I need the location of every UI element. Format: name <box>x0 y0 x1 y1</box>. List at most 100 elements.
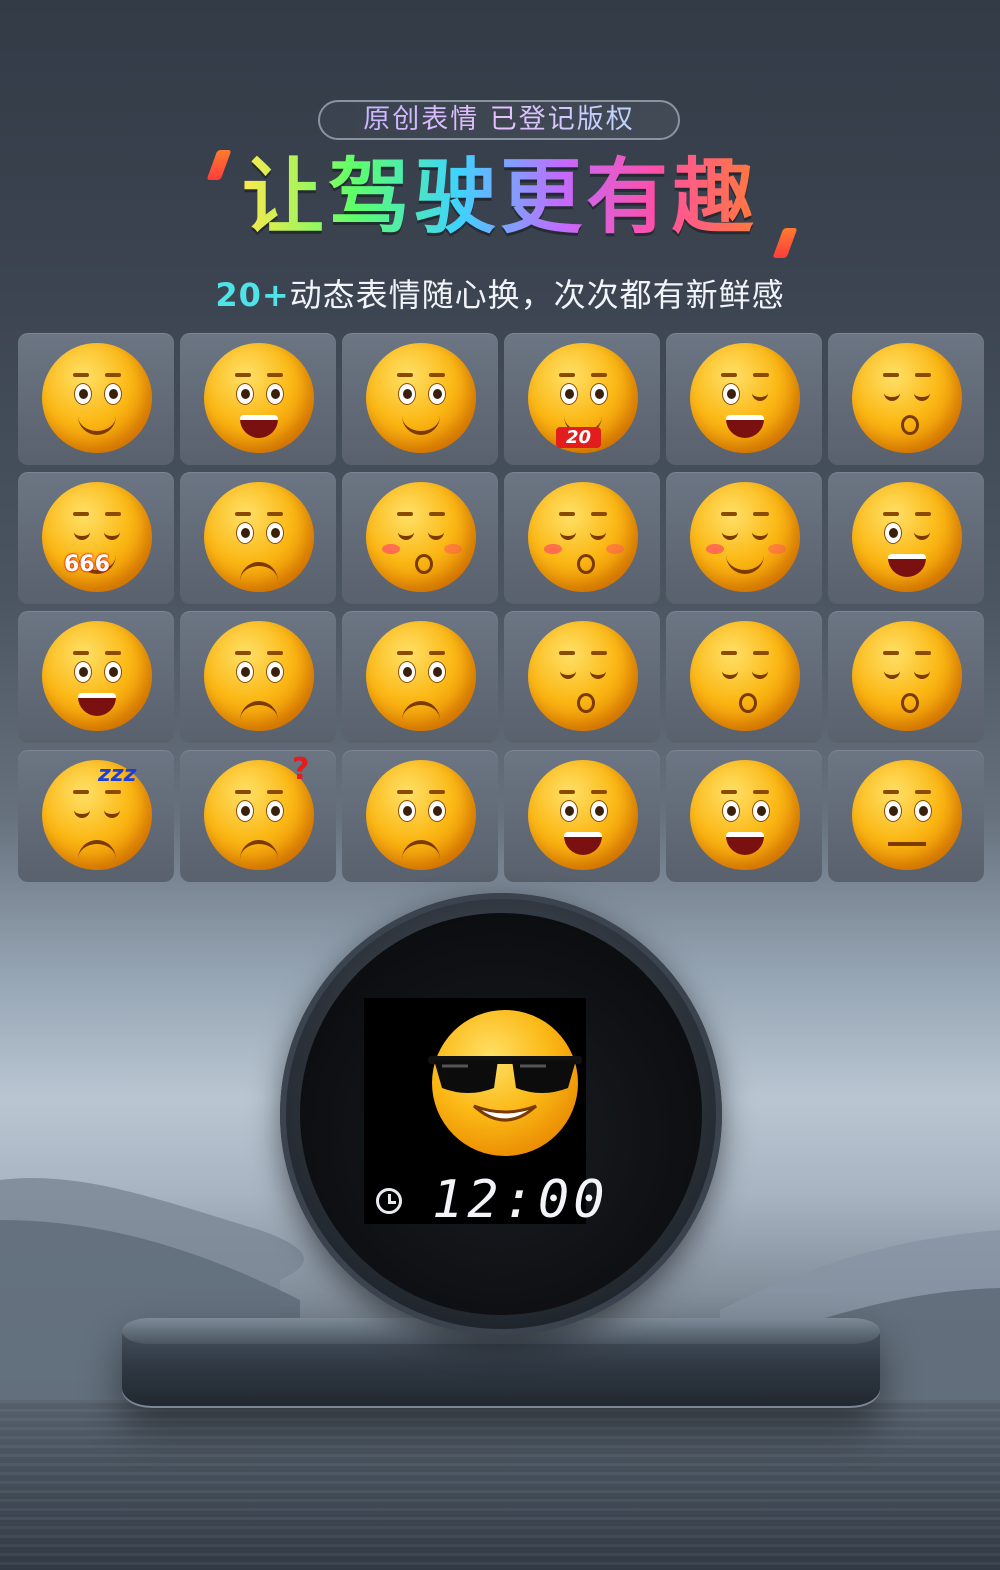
left-brow <box>883 651 899 655</box>
left-brow <box>235 651 251 655</box>
blushing-smile-face-icon <box>690 482 800 592</box>
teary-sad-face-icon <box>204 621 314 731</box>
subtitle-text: 动态表情随心换，次次都有新鲜感 <box>289 276 785 314</box>
left-eye <box>560 667 576 679</box>
left-brow <box>883 373 899 377</box>
emoji-tile <box>666 611 822 743</box>
right-brow <box>267 373 283 377</box>
blowing-hearts-face-icon <box>528 482 638 592</box>
left-cheek <box>706 544 724 554</box>
emoji-tile <box>18 333 174 465</box>
emoji-tile: ? <box>180 750 336 882</box>
left-brow <box>73 373 89 377</box>
mouth <box>564 832 602 855</box>
emoji-tile <box>828 611 984 743</box>
emoji-tile <box>828 472 984 604</box>
right-eye <box>590 800 608 822</box>
left-brow <box>721 373 737 377</box>
left-eye <box>884 800 902 822</box>
right-brow <box>915 512 931 516</box>
copyright-badge: 原创表情 已登记版权 <box>318 100 680 140</box>
left-brow <box>73 651 89 655</box>
mouth <box>240 562 278 582</box>
emoji-tile <box>504 750 660 882</box>
left-brow <box>73 790 89 794</box>
clock-icon <box>376 1188 402 1214</box>
left-eye <box>74 661 92 683</box>
emoji-tile <box>180 333 336 465</box>
mouth <box>577 554 595 574</box>
right-eye <box>104 806 120 818</box>
mouth <box>739 693 757 713</box>
mouth <box>901 415 919 435</box>
left-brow <box>559 512 575 516</box>
right-eye <box>752 800 770 822</box>
emoji-tile <box>666 333 822 465</box>
right-eye <box>428 528 444 540</box>
right-eye <box>752 389 768 401</box>
headband-determined-face-icon <box>204 482 314 592</box>
winking-tongue-face-icon <box>690 343 800 453</box>
left-eye <box>236 800 254 822</box>
right-brow <box>915 373 931 377</box>
left-brow <box>397 373 413 377</box>
right-brow <box>429 373 445 377</box>
right-brow <box>105 373 121 377</box>
left-eye <box>236 661 254 683</box>
right-eye <box>266 522 284 544</box>
emoji-tile <box>180 611 336 743</box>
right-eye <box>104 528 120 540</box>
left-brow <box>397 651 413 655</box>
mouth <box>726 832 764 855</box>
emoji-tile <box>342 750 498 882</box>
emoji-prop-text: 666 <box>64 552 110 577</box>
right-brow <box>915 790 931 794</box>
right-eye <box>104 383 122 405</box>
water-surface <box>0 1400 1000 1570</box>
mouth <box>901 693 919 713</box>
sweating-worried-face-icon <box>366 621 476 731</box>
left-eye <box>722 667 738 679</box>
right-brow <box>429 512 445 516</box>
right-eye <box>428 383 446 405</box>
right-brow <box>105 651 121 655</box>
left-brow <box>559 651 575 655</box>
right-brow <box>753 651 769 655</box>
emoji-tile: 666 <box>18 472 174 604</box>
side-glance-face-icon <box>366 343 476 453</box>
right-eye <box>752 528 768 540</box>
mouth <box>78 840 116 860</box>
emoji-prop-text: ? <box>292 752 310 787</box>
emoji-tile: 20 <box>504 333 660 465</box>
mouth <box>240 415 278 438</box>
right-brow <box>753 373 769 377</box>
mouth <box>577 693 595 713</box>
mouth <box>240 840 278 860</box>
emoji-tile <box>828 750 984 882</box>
right-eye <box>266 661 284 683</box>
right-eye <box>428 800 446 822</box>
left-eye <box>722 528 738 540</box>
mouth <box>402 415 440 435</box>
right-eye <box>590 667 606 679</box>
left-eye <box>236 383 254 405</box>
sunglasses-icon <box>428 1056 582 1093</box>
left-brow <box>235 512 251 516</box>
mouth <box>402 840 440 860</box>
grinning-face-icon <box>204 343 314 453</box>
right-blush <box>444 544 462 554</box>
right-brow <box>591 512 607 516</box>
left-eye <box>398 661 416 683</box>
emoji-grid: 20 666 zzz? <box>18 333 986 882</box>
left-brow <box>397 790 413 794</box>
right-brow <box>753 790 769 794</box>
right-brow <box>267 790 283 794</box>
right-blush <box>606 544 624 554</box>
right-brow <box>915 651 931 655</box>
right-brow <box>591 373 607 377</box>
left-eye <box>74 528 90 540</box>
right-eye <box>590 383 608 405</box>
left-brow <box>721 790 737 794</box>
badge-text: 原创表情 已登记版权 <box>363 104 635 135</box>
kissing-closed-eyes-face-icon <box>366 482 476 592</box>
